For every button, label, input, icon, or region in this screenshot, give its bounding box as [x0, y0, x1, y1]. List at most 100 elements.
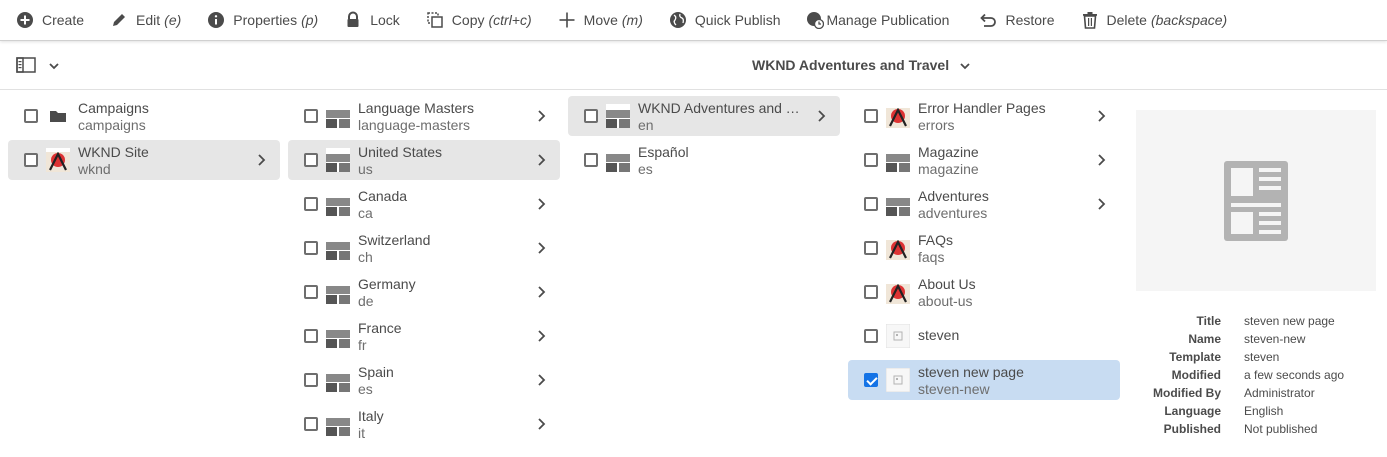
item-title: steven new page: [918, 364, 1024, 380]
chevron-right-icon[interactable]: [536, 330, 546, 342]
list-item-steven-new-page[interactable]: steven new page steven-new: [848, 360, 1120, 400]
chevron-right-icon[interactable]: [536, 110, 546, 122]
row-checkbox[interactable]: [24, 109, 38, 123]
row-checkbox[interactable]: [864, 285, 878, 299]
row-checkbox[interactable]: [864, 197, 878, 211]
list-item-faqs[interactable]: FAQs faqs: [848, 228, 1120, 268]
chevron-right-icon[interactable]: [536, 198, 546, 210]
manage-publication-button[interactable]: Manage Publication: [806, 2, 949, 38]
chevron-right-icon[interactable]: [1096, 110, 1106, 122]
row-checkbox[interactable]: [24, 153, 38, 167]
delete-label: Delete: [1106, 12, 1147, 28]
move-button[interactable]: Move (m): [558, 2, 643, 38]
item-title: FAQs: [918, 232, 954, 248]
list-item-italy[interactable]: Italy it: [288, 404, 560, 444]
row-checkbox[interactable]: [304, 197, 318, 211]
item-title: Spain: [358, 364, 394, 380]
item-labels: About Us about-us: [918, 276, 1086, 310]
list-item-wknd-adventures-and-travel[interactable]: WKND Adventures and Travel en: [568, 96, 840, 136]
row-checkbox[interactable]: [304, 109, 318, 123]
chevron-down-icon: [48, 59, 60, 71]
list-item-espanol[interactable]: Español es: [568, 140, 840, 180]
detail-key: Name: [1188, 332, 1221, 346]
lock-icon: [344, 11, 362, 29]
delete-button[interactable]: Delete (backspace): [1081, 2, 1227, 38]
quick-publish-button[interactable]: Quick Publish: [669, 2, 781, 38]
column-root: Campaigns campaigns WKND Site wknd: [8, 96, 280, 184]
page-thumbnail: [326, 148, 350, 172]
row-checkbox[interactable]: [304, 417, 318, 431]
restore-icon: [979, 11, 997, 29]
item-title: Switzerland: [358, 232, 431, 248]
chevron-right-icon[interactable]: [816, 110, 826, 122]
breadcrumb-dropdown[interactable]: WKND Adventures and Travel: [752, 57, 971, 73]
list-item-language-masters[interactable]: Language Masters language-masters: [288, 96, 560, 136]
chevron-right-icon[interactable]: [536, 418, 546, 430]
folder-icon: [46, 104, 70, 128]
edit-button[interactable]: Edit (e): [110, 2, 181, 38]
page-thumbnail: [46, 148, 70, 172]
list-item-error-handler-pages[interactable]: Error Handler Pages errors: [848, 96, 1120, 136]
copy-button[interactable]: Copy (ctrl+c): [426, 2, 532, 38]
row-checkbox[interactable]: [304, 285, 318, 299]
list-item-adventures[interactable]: Adventures adventures: [848, 184, 1120, 224]
item-title: Español: [638, 144, 689, 160]
detail-value: English: [1244, 404, 1284, 418]
row-checkbox[interactable]: [864, 109, 878, 123]
row-checkbox-checked[interactable]: [864, 373, 878, 387]
document-layout-icon: [1224, 160, 1288, 241]
column-wknd: Language Masters language-masters United…: [288, 96, 560, 448]
item-name: fr: [358, 337, 367, 353]
list-item-steven[interactable]: steven: [848, 316, 1120, 356]
create-button[interactable]: Create: [16, 2, 84, 38]
copy-shortcut: (ctrl+c): [488, 12, 532, 28]
item-title: Magazine: [918, 144, 979, 160]
action-bar: Create Edit (e) Properties (p) Lock Copy…: [0, 0, 1387, 41]
restore-button[interactable]: Restore: [979, 2, 1055, 38]
row-checkbox[interactable]: [864, 153, 878, 167]
item-labels: WKND Adventures and Travel en: [638, 100, 806, 134]
rail-toggle-button[interactable]: [16, 56, 60, 74]
page-thumbnail: [606, 104, 630, 128]
side-panel-icon: [16, 56, 36, 74]
properties-button[interactable]: Properties (p): [207, 2, 318, 38]
chevron-right-icon[interactable]: [1096, 154, 1106, 166]
row-checkbox[interactable]: [304, 373, 318, 387]
list-item-canada[interactable]: Canada ca: [288, 184, 560, 224]
row-checkbox[interactable]: [584, 153, 598, 167]
row-checkbox[interactable]: [864, 241, 878, 255]
list-item-switzerland[interactable]: Switzerland ch: [288, 228, 560, 268]
item-labels: Magazine magazine: [918, 144, 1086, 178]
list-item-united-states[interactable]: United States us: [288, 140, 560, 180]
item-name: faqs: [918, 249, 945, 265]
list-item-magazine[interactable]: Magazine magazine: [848, 140, 1120, 180]
row-checkbox[interactable]: [304, 329, 318, 343]
row-checkbox[interactable]: [864, 329, 878, 343]
chevron-right-icon[interactable]: [256, 154, 266, 166]
detail-key: Template: [1169, 350, 1221, 364]
row-checkbox[interactable]: [304, 241, 318, 255]
quick-publish-label: Quick Publish: [694, 12, 781, 28]
page-preview: [1136, 110, 1376, 291]
row-checkbox[interactable]: [304, 153, 318, 167]
list-item-france[interactable]: France fr: [288, 316, 560, 356]
list-item-about-us[interactable]: About Us about-us: [848, 272, 1120, 312]
page-thumbnail: [886, 192, 910, 216]
lock-button[interactable]: Lock: [344, 2, 400, 38]
list-item-germany[interactable]: Germany de: [288, 272, 560, 312]
item-title: WKND Adventures and Travel: [638, 100, 806, 116]
item-name: steven-new: [918, 381, 990, 397]
item-name: ch: [358, 249, 373, 265]
list-item-wknd-site[interactable]: WKND Site wknd: [8, 140, 280, 180]
chevron-right-icon[interactable]: [536, 154, 546, 166]
chevron-right-icon[interactable]: [536, 286, 546, 298]
chevron-right-icon[interactable]: [536, 242, 546, 254]
item-name: it: [358, 425, 365, 441]
list-item-spain[interactable]: Spain es: [288, 360, 560, 400]
list-item-campaigns[interactable]: Campaigns campaigns: [8, 96, 280, 136]
item-name: de: [358, 293, 374, 309]
chevron-right-icon[interactable]: [1096, 198, 1106, 210]
row-checkbox[interactable]: [584, 109, 598, 123]
detail-value: Administrator: [1244, 386, 1315, 400]
chevron-right-icon[interactable]: [536, 374, 546, 386]
